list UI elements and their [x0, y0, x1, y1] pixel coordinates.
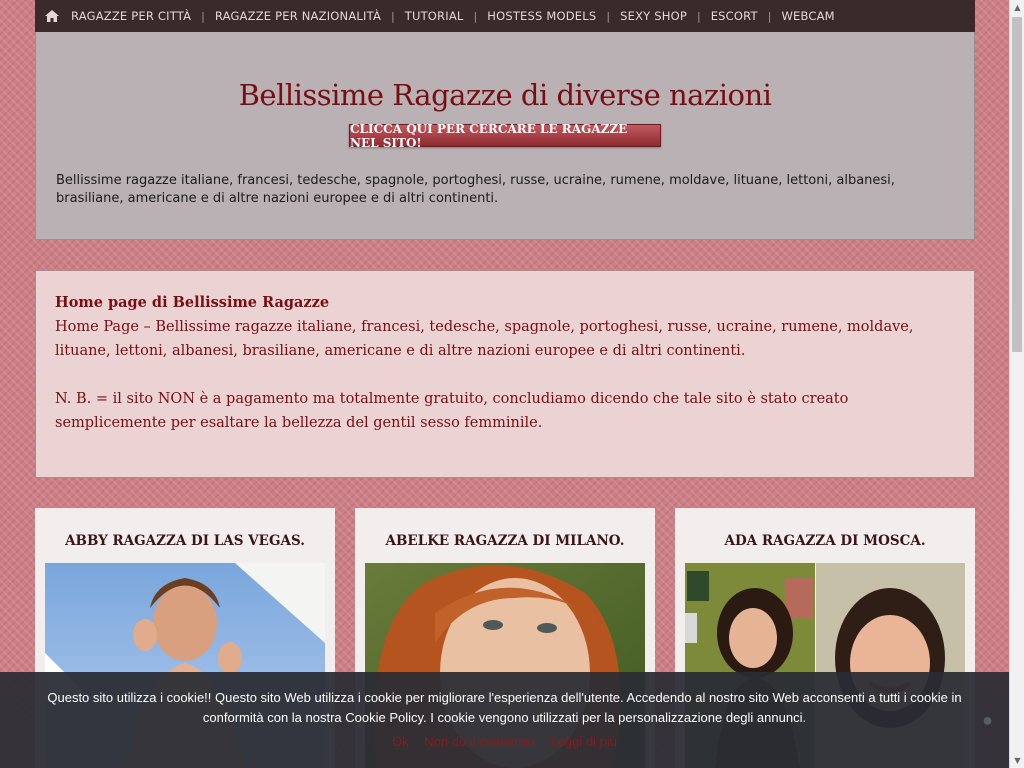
nav-item-hostess-models[interactable]: HOSTESS MODELS	[487, 9, 596, 23]
intro-box: Home page di Bellissime Ragazze Home Pag…	[35, 270, 975, 478]
nav-separator: |	[391, 9, 395, 23]
cookie-ok-button[interactable]: Ok	[392, 734, 409, 749]
intro-heading: Home page di Bellissime Ragazze	[55, 294, 330, 311]
nav-separator: |	[767, 9, 772, 23]
close-icon[interactable]: ●	[982, 710, 993, 731]
page: RAGAZZE PER CITTÀ | RAGAZZE PER NAZIONAL…	[35, 0, 975, 768]
cookie-text: Questo sito utilizza i cookie!! Questo s…	[47, 690, 962, 725]
nav-item-ragazze-per-nazionalita[interactable]: RAGAZZE PER NAZIONALITÀ	[215, 9, 381, 23]
nav-item-ragazze-per-citta[interactable]: RAGAZZE PER CITTÀ	[71, 9, 191, 23]
scrollbar-thumb[interactable]	[1012, 17, 1022, 352]
intro-note: N. B. = il sito NON è a pagamento ma tot…	[55, 391, 849, 431]
top-nav: RAGAZZE PER CITTÀ | RAGAZZE PER NAZIONAL…	[35, 0, 975, 32]
search-girls-button[interactable]: CLICCA QUI PER CERCARE LE RAGAZZE NEL SI…	[349, 122, 661, 150]
nav-item-escort[interactable]: ESCORT	[711, 9, 758, 23]
cookie-actions: Ok Non do il consenso Leggi di più	[0, 734, 1009, 749]
site-description: Bellissime ragazze italiane, francesi, t…	[56, 173, 895, 206]
nav-separator: |	[606, 9, 611, 23]
site-header: Bellissime Ragazze di diverse nazioni CL…	[35, 32, 975, 240]
card-title[interactable]: ABBY RAGAZZA DI LAS VEGAS.	[35, 533, 335, 549]
vertical-scrollbar[interactable]: ▲ ▼	[1009, 0, 1024, 768]
scroll-up-icon[interactable]: ▲	[1010, 0, 1024, 15]
nav-item-tutorial[interactable]: TUTORIAL	[405, 9, 464, 23]
nav-separator: |	[201, 9, 205, 23]
cookie-decline-button[interactable]: Non do il consenso	[424, 734, 535, 749]
site-title[interactable]: Bellissime Ragazze di diverse nazioni	[36, 78, 974, 112]
nav-item-sexy-shop[interactable]: SEXY SHOP	[620, 9, 687, 23]
nav-separator: |	[473, 9, 478, 23]
cookie-read-more-link[interactable]: Leggi di più	[550, 734, 617, 749]
intro-paragraph: Home Page – Bellissime ragazze italiane,…	[55, 319, 914, 359]
nav-separator: |	[696, 9, 701, 23]
scroll-down-icon[interactable]: ▼	[1010, 753, 1024, 768]
card-title[interactable]: ABELKE RAGAZZA DI MILANO.	[355, 533, 655, 549]
home-icon[interactable]	[43, 7, 61, 25]
nav-item-webcam[interactable]: WEBCAM	[781, 9, 834, 23]
card-title[interactable]: ADA RAGAZZA DI MOSCA.	[675, 533, 975, 549]
cookie-banner: Questo sito utilizza i cookie!! Questo s…	[0, 672, 1009, 768]
